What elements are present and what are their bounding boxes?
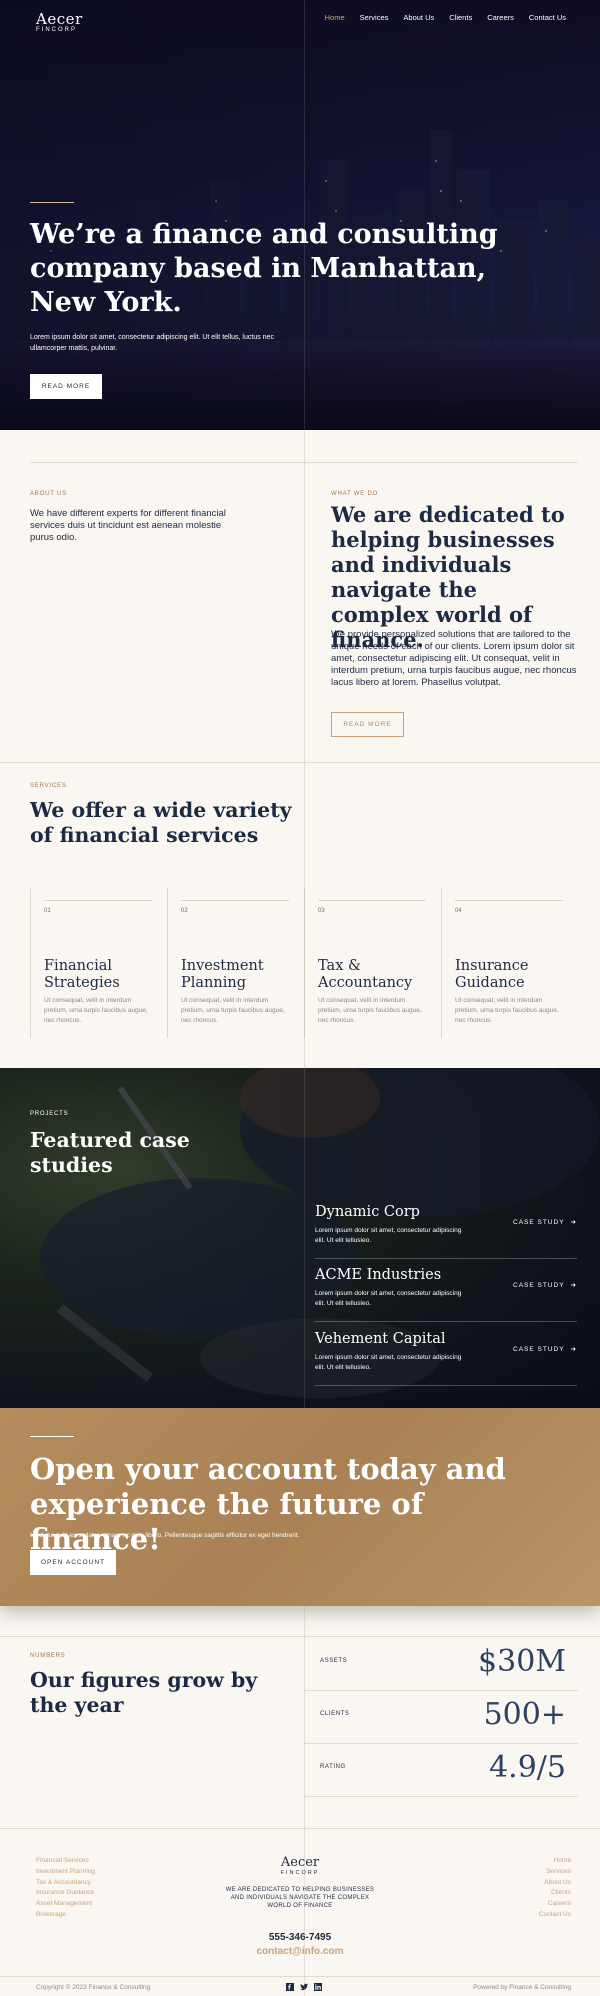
service-card-investment-planning[interactable]: 02 Investment Planning Ut consequat, vel… — [167, 888, 304, 1040]
stat-value: 500+ — [483, 1697, 566, 1732]
site-logo[interactable]: Aecer FINCORP — [36, 10, 83, 33]
divider — [30, 462, 578, 463]
stat-assets: ASSETS $30M — [304, 1638, 578, 1691]
case-name: ACME Industries — [315, 1267, 442, 1283]
case-study-link[interactable]: CASE STUDY ➜ — [513, 1345, 577, 1353]
service-desc: Ut consequat, velit in interdum pretium,… — [44, 997, 148, 1024]
cta-divider — [30, 1436, 74, 1437]
stat-key: CLIENTS — [320, 1711, 350, 1717]
read-more-button[interactable]: READ MORE — [30, 374, 102, 399]
projects-section: PROJECTS Featured case studies Dynamic C… — [0, 1068, 600, 1408]
nav-services[interactable]: Services — [360, 13, 389, 22]
projects-title: Featured case studies — [30, 1128, 190, 1177]
footer-brand-sub: FINCORP — [280, 1870, 320, 1876]
numbers-label: NUMBERS — [30, 1653, 66, 1659]
footer-link[interactable]: Services — [539, 1867, 571, 1878]
service-title: Financial Strategies — [44, 958, 120, 991]
service-number: 02 — [181, 908, 188, 914]
service-number: 04 — [455, 908, 462, 914]
case-name: Dynamic Corp — [315, 1204, 420, 1220]
case-study-row[interactable]: Vehement Capital Lorem ipsum dolor sit a… — [315, 1323, 577, 1386]
footer-link[interactable]: Contact Us — [539, 1910, 571, 1921]
nav-careers[interactable]: Careers — [487, 13, 514, 22]
what-text: We provide personalized solutions that a… — [331, 629, 577, 688]
stat-clients: CLIENTS 500+ — [304, 1691, 578, 1744]
what-label: WHAT WE DO — [331, 491, 379, 497]
open-account-button[interactable]: OPEN ACCOUNT — [30, 1550, 116, 1575]
footer-link[interactable]: Home — [539, 1856, 571, 1867]
service-desc: Ut consequat, velit in interdum pretium,… — [455, 997, 559, 1024]
cta-title: Open your account today and experience t… — [30, 1452, 506, 1556]
nav-clients[interactable]: Clients — [449, 13, 472, 22]
footer-link[interactable]: Careers — [539, 1899, 571, 1910]
numbers-title: Our figures grow by the year — [30, 1668, 258, 1717]
linkedin-icon[interactable] — [314, 1983, 322, 1991]
footer-link[interactable]: About Us — [539, 1878, 571, 1889]
service-card-tax-accountancy[interactable]: 03 Tax & Accountancy Ut consequat, velit… — [304, 888, 441, 1040]
cta-section: Open your account today and experience t… — [0, 1408, 600, 1606]
nav-contact-us[interactable]: Contact Us — [529, 13, 566, 22]
footer: Financial Services Investment Planning T… — [0, 1828, 600, 1996]
stat-key: RATING — [320, 1764, 346, 1770]
stat-value: 4.9/5 — [489, 1750, 566, 1785]
case-desc: Lorem ipsum dolor sit amet, consectetur … — [315, 1354, 462, 1371]
service-title: Insurance Guidance — [455, 958, 529, 991]
arrow-right-icon: ➜ — [570, 1346, 577, 1353]
arrow-right-icon: ➜ — [570, 1219, 577, 1226]
case-desc: Lorem ipsum dolor sit amet, consectetur … — [315, 1290, 462, 1307]
footer-logo[interactable]: Aecer FINCORP — [0, 1855, 600, 1876]
case-study-link[interactable]: CASE STUDY ➜ — [513, 1218, 577, 1226]
service-desc: Ut consequat, velit in interdum pretium,… — [181, 997, 285, 1024]
social-links — [286, 1983, 322, 1991]
case-desc: Lorem ipsum dolor sit amet, consectetur … — [315, 1227, 462, 1244]
case-study-row[interactable]: ACME Industries Lorem ipsum dolor sit am… — [315, 1259, 577, 1322]
divider — [0, 762, 600, 763]
facebook-icon[interactable] — [286, 1983, 294, 1991]
nav-about-us[interactable]: About Us — [403, 13, 434, 22]
footer-phone[interactable]: 555-346-7495 — [0, 1932, 600, 1943]
arrow-right-icon: ➜ — [570, 1282, 577, 1289]
nav-home[interactable]: Home — [325, 13, 345, 22]
copyright: Copyright © 2023 Finance & Consulting — [36, 1984, 151, 1991]
case-study-row[interactable]: Dynamic Corp Lorem ipsum dolor sit amet,… — [315, 1196, 577, 1259]
divider — [0, 1636, 600, 1637]
footer-tagline: WE ARE DEDICATED TO HELPING BUSINESSES A… — [225, 1887, 375, 1909]
service-desc: Ut consequat, velit in interdum pretium,… — [318, 997, 422, 1024]
about-text: We have different experts for different … — [30, 508, 226, 543]
hero-divider — [30, 202, 74, 203]
case-name: Vehement Capital — [315, 1331, 446, 1347]
about-label: ABOUT US — [30, 491, 67, 497]
footer-link[interactable]: Asset Management — [36, 1899, 95, 1910]
hero-text: Lorem ipsum dolor sit amet, consectetur … — [30, 334, 274, 352]
what-read-more-button[interactable]: READ MORE — [331, 712, 404, 737]
footer-email[interactable]: contact@info.com — [0, 1946, 600, 1957]
footer-link[interactable]: Clients — [539, 1888, 571, 1899]
service-title: Investment Planning — [181, 958, 264, 991]
service-card-financial-strategies[interactable]: 01 Financial Strategies Ut consequat, ve… — [30, 888, 167, 1040]
stat-key: ASSETS — [320, 1658, 348, 1664]
footer-link[interactable]: Insurance Guidance — [36, 1888, 95, 1899]
footer-link[interactable]: Brokerage — [36, 1910, 95, 1921]
stat-rating: RATING 4.9/5 — [304, 1744, 578, 1797]
main-nav: Home Services About Us Clients Careers C… — [325, 13, 566, 22]
logo-sub: FINCORP — [36, 27, 77, 33]
logo-brand: Aecer — [36, 10, 83, 28]
services-label: SERVICES — [30, 783, 67, 789]
service-card-insurance-guidance[interactable]: 04 Insurance Guidance Ut consequat, veli… — [441, 888, 578, 1040]
projects-label: PROJECTS — [30, 1111, 69, 1117]
footer-nav-links: Home Services About Us Clients Careers C… — [539, 1856, 571, 1921]
cta-text: Ut id dui quis ex sodales ornare ac quis… — [30, 1532, 300, 1539]
hero-title: We’re a finance and consulting company b… — [30, 219, 498, 318]
stat-value: $30M — [478, 1644, 566, 1679]
service-number: 03 — [318, 908, 325, 914]
hero-section: Aecer FINCORP Home Services About Us Cli… — [0, 0, 600, 430]
powered-by: Powered by Finance & Consulting — [473, 1984, 571, 1991]
service-number: 01 — [44, 908, 51, 914]
services-title: We offer a wide variety of financial ser… — [30, 798, 292, 847]
case-study-link[interactable]: CASE STUDY ➜ — [513, 1281, 577, 1289]
service-title: Tax & Accountancy — [318, 958, 413, 991]
footer-link[interactable]: Tax & Accountancy — [36, 1878, 95, 1889]
footer-brand: Aecer — [280, 1855, 320, 1870]
twitter-icon[interactable] — [300, 1983, 308, 1991]
